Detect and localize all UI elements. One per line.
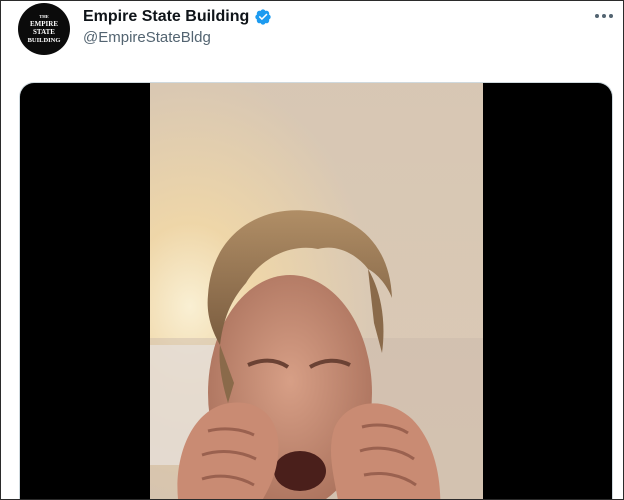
svg-text:STATE: STATE — [33, 28, 55, 36]
author-display-name[interactable]: Empire State Building — [83, 8, 249, 26]
media-container — [20, 83, 612, 499]
svg-text:BUILDING: BUILDING — [28, 37, 61, 44]
author-handle[interactable]: @EmpireStateBldg — [83, 29, 211, 46]
svg-text:EMPIRE: EMPIRE — [30, 20, 58, 28]
avatar[interactable]: THE EMPIRE STATE BUILDING — [18, 3, 70, 55]
verified-badge-icon — [255, 9, 271, 25]
empire-state-building-logo: THE EMPIRE STATE BUILDING — [28, 14, 61, 44]
video-player[interactable] — [150, 83, 483, 499]
more-options-button[interactable] — [589, 5, 619, 27]
svg-text:THE: THE — [39, 14, 49, 19]
tweet-card: THE EMPIRE STATE BUILDING Empire State B… — [0, 0, 624, 500]
author-name-row: Empire State Building — [83, 7, 272, 27]
more-horizontal-icon — [595, 14, 613, 18]
video-frame — [150, 83, 483, 499]
